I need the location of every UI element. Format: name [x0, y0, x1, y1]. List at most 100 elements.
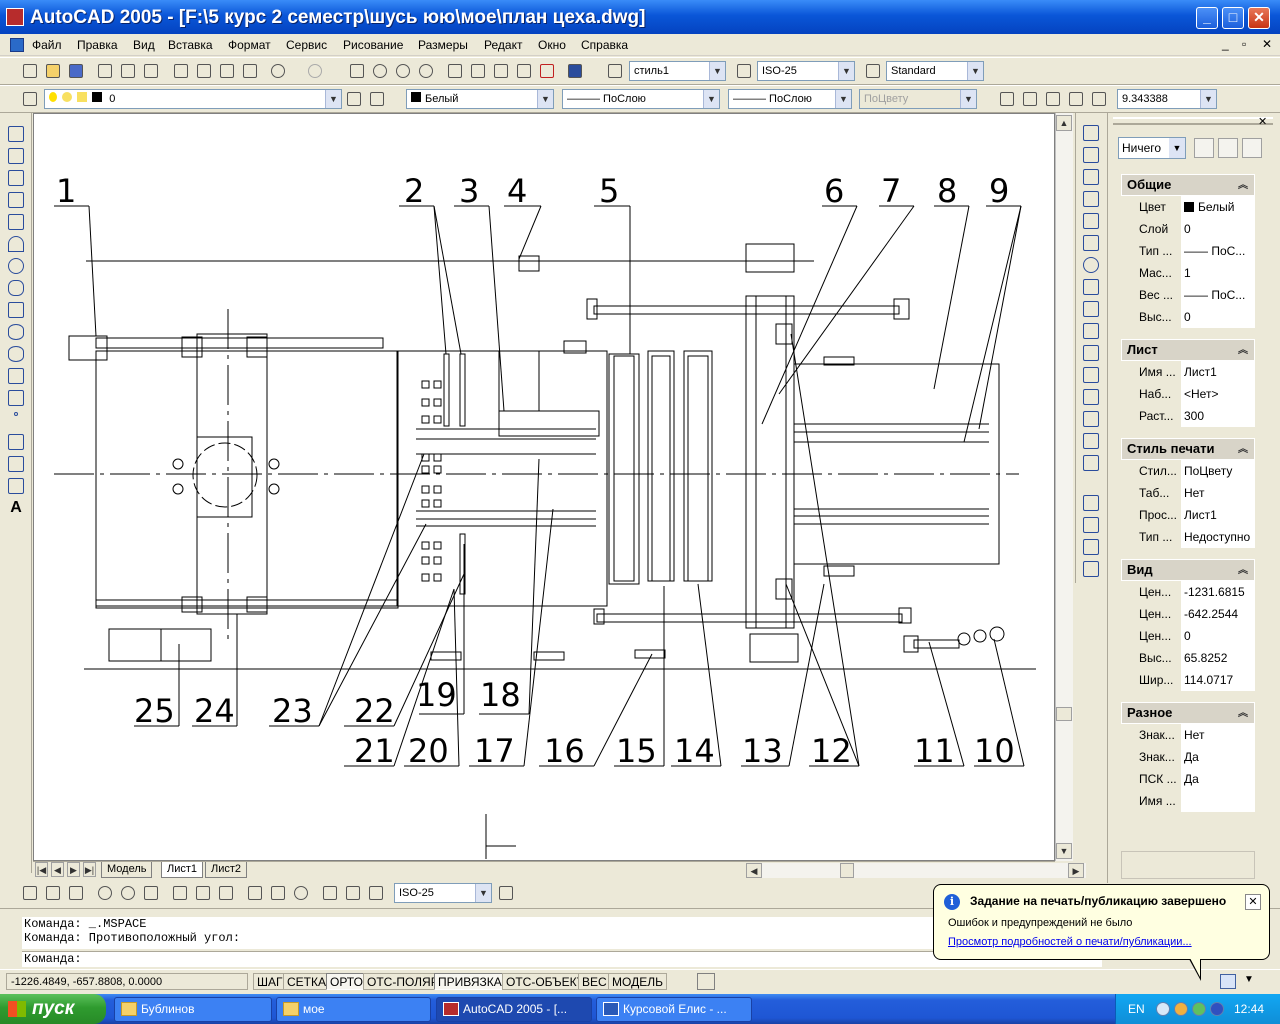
- hatch-icon[interactable]: [8, 434, 24, 450]
- status-menu-icon[interactable]: ▼: [1244, 974, 1254, 985]
- property-row[interactable]: Прос... Лист1: [1121, 504, 1255, 526]
- property-value[interactable]: 114.0717: [1181, 669, 1255, 691]
- property-value[interactable]: Нет: [1181, 724, 1255, 746]
- table-style-select[interactable]: Standard ▼: [886, 61, 984, 81]
- layer-previous-icon[interactable]: [367, 89, 387, 109]
- lineweight-select[interactable]: ——— ПоСлою ▼: [728, 89, 852, 109]
- scale-icon[interactable]: [1083, 279, 1099, 295]
- last-tab-icon[interactable]: ▶|: [83, 862, 96, 877]
- maximize-viewport-icon[interactable]: [697, 973, 715, 990]
- property-value[interactable]: <Нет>: [1181, 383, 1255, 405]
- circle-icon[interactable]: [8, 258, 24, 274]
- region-icon[interactable]: [8, 456, 24, 472]
- diameter-dim-icon[interactable]: [118, 883, 138, 903]
- section-header[interactable]: Разное ︽: [1121, 702, 1255, 724]
- match-properties-icon[interactable]: [240, 61, 260, 81]
- chevron-down-icon[interactable]: ▼: [1169, 138, 1185, 158]
- property-row[interactable]: Выс... 65.8252: [1121, 647, 1255, 669]
- property-value[interactable]: Белый: [1181, 196, 1255, 218]
- property-row[interactable]: Цен... -642.2544: [1121, 603, 1255, 625]
- aligned-dim-icon[interactable]: [43, 883, 63, 903]
- collapse-icon[interactable]: ︽: [1238, 440, 1248, 460]
- draworder-under-icon[interactable]: [1083, 561, 1099, 577]
- text-style-icon[interactable]: [605, 61, 625, 81]
- layer-select[interactable]: 0 ▼: [44, 89, 342, 109]
- maximize-button[interactable]: □: [1222, 7, 1244, 29]
- ellipse-icon[interactable]: [8, 324, 24, 340]
- coordinates-display[interactable]: -1226.4849, -657.8808, 0.0000: [6, 973, 248, 990]
- grid-button[interactable]: СЕТКА: [283, 973, 330, 990]
- angular-dim-icon[interactable]: [141, 883, 161, 903]
- otrack-button[interactable]: ОТС-ОБЪЕКТ: [502, 973, 588, 990]
- open-icon[interactable]: [43, 61, 63, 81]
- break-at-point-icon[interactable]: [1083, 367, 1099, 383]
- property-value[interactable]: Да: [1181, 768, 1255, 790]
- center-mark-icon[interactable]: [291, 883, 311, 903]
- drawing-canvas[interactable]: 1 2 3 4 5 6 7 8 9 25 24 23 22 19 18 21 2…: [33, 113, 1055, 861]
- select-objects-icon[interactable]: [1218, 138, 1238, 158]
- property-row[interactable]: Вес ... —— ПоС...: [1121, 284, 1255, 306]
- snap-button[interactable]: ШАГ: [253, 973, 287, 990]
- menu-file[interactable]: Файл: [32, 38, 62, 52]
- mirror-icon[interactable]: [1083, 169, 1099, 185]
- menu-dimension[interactable]: Размеры: [418, 38, 468, 52]
- property-value[interactable]: 1: [1181, 262, 1255, 284]
- chevron-down-icon[interactable]: ▼: [325, 90, 341, 108]
- markup-icon[interactable]: [537, 61, 557, 81]
- chevron-down-icon[interactable]: ▼: [967, 62, 983, 80]
- cut-icon[interactable]: [171, 61, 191, 81]
- menu-tools[interactable]: Сервис: [286, 38, 327, 52]
- linetype-select[interactable]: ——— ПоСлою ▼: [562, 89, 720, 109]
- dim-edit-icon[interactable]: [320, 883, 340, 903]
- start-button[interactable]: пуск: [0, 994, 106, 1024]
- radius-dim-icon[interactable]: [95, 883, 115, 903]
- property-value[interactable]: Недоступно: [1181, 526, 1255, 548]
- preview-icon[interactable]: [118, 61, 138, 81]
- tab-layout2[interactable]: Лист2: [205, 862, 248, 878]
- property-row[interactable]: Знак... Да: [1121, 746, 1255, 768]
- chamfer-icon[interactable]: [1083, 411, 1099, 427]
- collapse-icon[interactable]: ︽: [1238, 176, 1248, 196]
- property-row[interactable]: Наб... <Нет>: [1121, 383, 1255, 405]
- line-icon[interactable]: [8, 126, 24, 142]
- copy-object-icon[interactable]: [1083, 147, 1099, 163]
- menu-help[interactable]: Справка: [581, 38, 628, 52]
- zoom-previous-icon[interactable]: [416, 61, 436, 81]
- property-value[interactable]: —— ПоС...: [1181, 240, 1255, 262]
- sheet-set-icon[interactable]: [514, 61, 534, 81]
- property-row[interactable]: Цен... 0: [1121, 625, 1255, 647]
- collapse-icon[interactable]: ︽: [1238, 341, 1248, 361]
- menu-view[interactable]: Вид: [133, 38, 155, 52]
- pan-icon[interactable]: [347, 61, 367, 81]
- document-icon[interactable]: [10, 38, 24, 52]
- property-row[interactable]: Раст... 300: [1121, 405, 1255, 427]
- convert-object-icon[interactable]: [1066, 89, 1086, 109]
- tray-icon-volume[interactable]: [1210, 1002, 1224, 1016]
- properties-icon[interactable]: [445, 61, 465, 81]
- plot-status-icon[interactable]: [1220, 974, 1236, 989]
- hscroll-thumb[interactable]: [840, 863, 854, 878]
- doc-close-button[interactable]: ✕: [1262, 37, 1272, 51]
- undo-icon[interactable]: [268, 61, 288, 81]
- dim-update-icon[interactable]: [366, 883, 386, 903]
- scroll-left-icon[interactable]: ◀: [746, 863, 762, 878]
- spline-icon[interactable]: [8, 302, 24, 318]
- close-button[interactable]: ✕: [1248, 7, 1270, 29]
- property-value[interactable]: ПоЦвету: [1181, 460, 1255, 482]
- offset-icon[interactable]: [1083, 191, 1099, 207]
- tab-layout1[interactable]: Лист1: [161, 862, 204, 878]
- explode-icon[interactable]: [1083, 455, 1099, 471]
- stretch-icon[interactable]: [1083, 301, 1099, 317]
- menu-insert[interactable]: Вставка: [168, 38, 213, 52]
- property-value[interactable]: 65.8252: [1181, 647, 1255, 669]
- menu-window[interactable]: Окно: [538, 38, 566, 52]
- polygonal-viewport-icon[interactable]: [1043, 89, 1063, 109]
- tab-model[interactable]: Модель: [101, 862, 153, 878]
- lineweight-button[interactable]: ВЕС: [578, 973, 611, 990]
- zoom-window-icon[interactable]: [393, 61, 413, 81]
- property-value[interactable]: -642.2544: [1181, 603, 1255, 625]
- trim-icon[interactable]: [1083, 323, 1099, 339]
- task-word[interactable]: Курсовой Елис - ...: [596, 997, 752, 1022]
- model-paper-button[interactable]: МОДЕЛЬ: [608, 973, 667, 990]
- ortho-button[interactable]: ОРТО: [326, 973, 367, 990]
